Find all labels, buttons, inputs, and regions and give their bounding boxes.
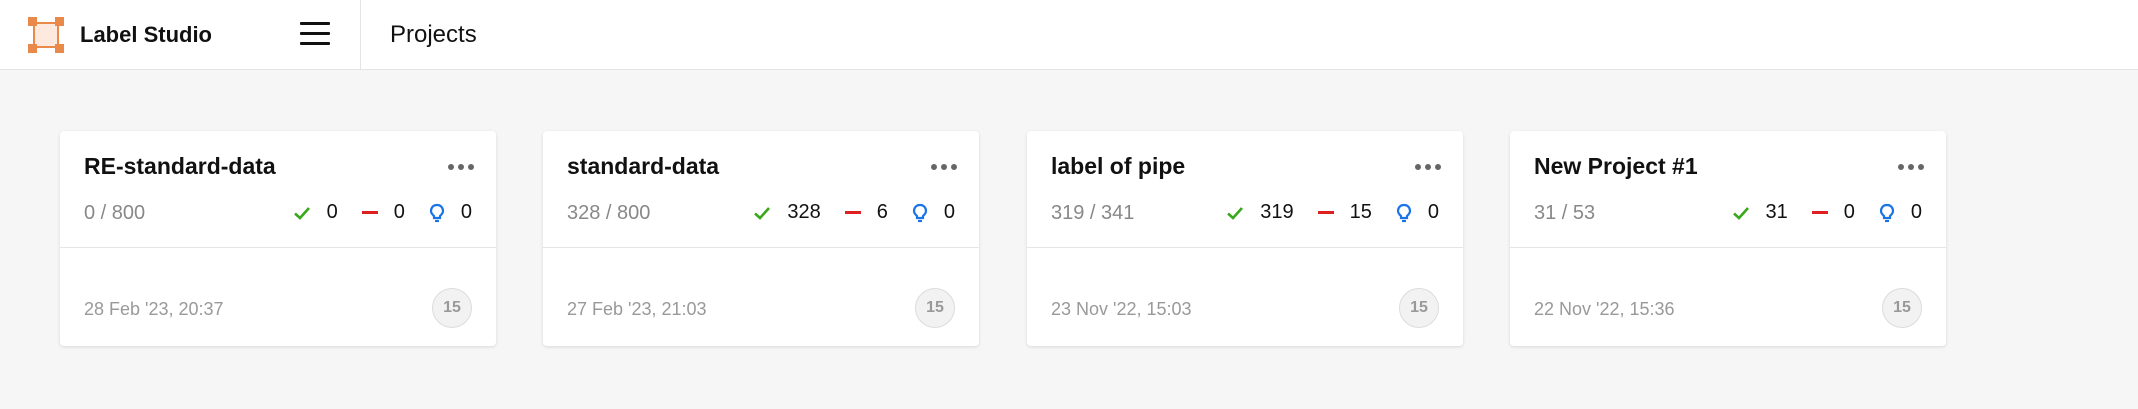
completed-stat: 328 <box>753 201 821 224</box>
completed-stat: 319 <box>1226 201 1294 224</box>
check-icon <box>1732 206 1749 220</box>
lightbulb-icon <box>912 203 927 222</box>
task-progress: 319 / 341 <box>1051 202 1135 224</box>
completed-count: 319 <box>1260 201 1294 223</box>
more-options-icon[interactable] <box>1415 164 1441 170</box>
created-date: 27 Feb '23, 21:03 <box>567 299 707 319</box>
project-title: standard-data <box>567 153 720 179</box>
project-card[interactable]: label of pipe 319 / 341 319 15 0 23 Nov … <box>1027 131 1463 346</box>
lightbulb-icon <box>1396 203 1411 222</box>
completed-count: 0 <box>326 201 338 223</box>
task-progress: 31 / 53 <box>1534 202 1596 224</box>
completed-count: 31 <box>1765 201 1788 223</box>
card-divider <box>1027 247 1463 248</box>
card-divider <box>543 247 979 248</box>
project-card[interactable]: New Project #1 31 / 53 31 0 0 22 Nov '22… <box>1510 131 1946 346</box>
minus-icon <box>844 211 861 214</box>
avatar[interactable]: 15 <box>915 288 955 328</box>
check-icon <box>293 206 310 220</box>
project-title: New Project #1 <box>1534 153 1698 179</box>
header-divider <box>360 0 361 70</box>
avatar[interactable]: 15 <box>432 288 472 328</box>
predictions-count: 0 <box>943 201 955 223</box>
project-stats: 319 15 0 <box>1202 201 1439 224</box>
predictions-count: 0 <box>1910 201 1922 223</box>
hamburger-menu-icon[interactable] <box>300 22 330 46</box>
card-divider <box>1510 247 1946 248</box>
predictions-stat: 0 <box>912 201 955 224</box>
project-stats: 31 0 0 <box>1708 201 1922 224</box>
project-card[interactable]: standard-data 328 / 800 328 6 0 27 Feb '… <box>543 131 979 346</box>
more-options-icon[interactable] <box>931 164 957 170</box>
created-date: 28 Feb '23, 20:37 <box>84 299 224 319</box>
project-title: label of pipe <box>1051 153 1186 179</box>
app-name: Label Studio <box>80 22 212 47</box>
task-progress: 328 / 800 <box>567 202 651 224</box>
label-studio-logo-icon <box>28 17 64 53</box>
skipped-stat: 6 <box>844 201 888 224</box>
avatar[interactable]: 15 <box>1399 288 1439 328</box>
task-progress: 0 / 800 <box>84 202 146 224</box>
minus-icon <box>1811 211 1828 214</box>
project-card[interactable]: RE-standard-data 0 / 800 0 0 0 28 Feb '2… <box>60 131 496 346</box>
skipped-count: 6 <box>876 201 888 223</box>
skipped-stat: 0 <box>361 201 405 224</box>
skipped-count: 0 <box>393 201 405 223</box>
completed-stat: 31 <box>1732 201 1788 224</box>
avatar[interactable]: 15 <box>1882 288 1922 328</box>
skipped-count: 0 <box>1843 201 1855 223</box>
project-stats: 0 0 0 <box>269 201 472 224</box>
brand[interactable]: Label Studio <box>28 16 212 54</box>
lightbulb-icon <box>1879 203 1894 222</box>
created-date: 22 Nov '22, 15:36 <box>1534 299 1675 319</box>
page-title: Projects <box>390 21 477 48</box>
more-options-icon[interactable] <box>448 164 474 170</box>
predictions-count: 0 <box>1427 201 1439 223</box>
project-stats: 328 6 0 <box>729 201 955 224</box>
completed-count: 328 <box>787 201 821 223</box>
check-icon <box>1227 206 1244 220</box>
skipped-count: 15 <box>1349 201 1372 223</box>
skipped-stat: 0 <box>1811 201 1855 224</box>
predictions-stat: 0 <box>429 201 472 224</box>
completed-stat: 0 <box>293 201 338 224</box>
minus-icon <box>1317 211 1334 214</box>
predictions-count: 0 <box>460 201 472 223</box>
created-date: 23 Nov '22, 15:03 <box>1051 299 1192 319</box>
minus-icon <box>361 211 378 214</box>
project-title: RE-standard-data <box>84 153 276 179</box>
card-divider <box>60 247 496 248</box>
check-icon <box>754 206 771 220</box>
skipped-stat: 15 <box>1317 201 1372 224</box>
lightbulb-icon <box>429 203 444 222</box>
more-options-icon[interactable] <box>1898 164 1924 170</box>
predictions-stat: 0 <box>1879 201 1922 224</box>
top-bar: Label Studio Projects <box>0 0 2138 70</box>
predictions-stat: 0 <box>1396 201 1439 224</box>
